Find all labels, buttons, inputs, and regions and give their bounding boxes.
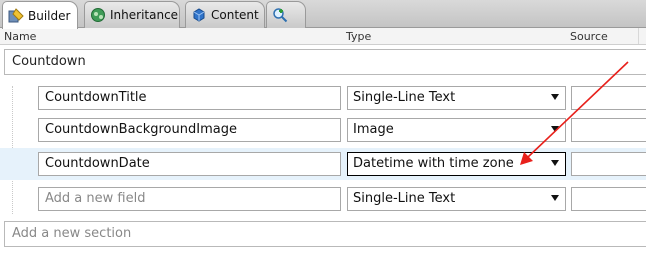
column-name-header: Name xyxy=(4,30,37,43)
field-source-input[interactable] xyxy=(571,152,646,176)
tab-inheritance-label: Inheritance xyxy=(110,8,179,22)
column-header: Name Type Source xyxy=(0,28,646,45)
field-name-input[interactable]: CountdownBackgroundImage xyxy=(38,118,341,142)
field-source-input[interactable] xyxy=(571,118,646,142)
dropdown-arrow-icon xyxy=(551,160,559,166)
field-type-select[interactable]: Datetime with time zone xyxy=(347,152,566,176)
new-field-input[interactable]: Add a new field xyxy=(38,187,341,211)
tab-inheritance[interactable]: Inheritance xyxy=(84,1,180,28)
add-view-icon xyxy=(272,7,288,23)
field-type-value: Image xyxy=(353,122,394,137)
column-divider xyxy=(638,28,639,44)
tab-content[interactable]: Content xyxy=(185,1,265,28)
builder-icon xyxy=(8,7,24,24)
field-type-value: Datetime with time zone xyxy=(353,156,514,171)
field-type-value: Single-Line Text xyxy=(353,90,456,105)
column-type-header: Type xyxy=(346,30,372,43)
field-type-select[interactable]: Image xyxy=(347,118,566,142)
new-section-input[interactable]: Add a new section xyxy=(4,221,646,247)
inheritance-icon xyxy=(90,7,106,23)
dropdown-arrow-icon xyxy=(551,126,559,132)
new-field-source-input[interactable] xyxy=(571,187,646,211)
tab-builder[interactable]: Builder xyxy=(2,1,78,29)
editor-tab-strip: Builder Inheritance Content xyxy=(0,0,646,29)
field-name-input[interactable]: CountdownTitle xyxy=(38,86,341,110)
tab-add-view[interactable] xyxy=(266,1,306,28)
new-field-type-value: Single-Line Text xyxy=(353,191,456,206)
tab-content-label: Content xyxy=(211,8,259,22)
field-type-select[interactable]: Single-Line Text xyxy=(347,86,566,110)
new-field-type-select[interactable]: Single-Line Text xyxy=(347,187,566,211)
field-source-input[interactable] xyxy=(571,86,646,110)
dropdown-arrow-icon xyxy=(551,195,559,201)
section-name-input[interactable]: Countdown xyxy=(4,49,646,75)
tab-builder-label: Builder xyxy=(28,8,71,23)
field-name-input[interactable]: CountdownDate xyxy=(38,152,341,176)
content-icon xyxy=(191,7,207,23)
dropdown-arrow-icon xyxy=(551,94,559,100)
column-source-header: Source xyxy=(570,30,608,43)
